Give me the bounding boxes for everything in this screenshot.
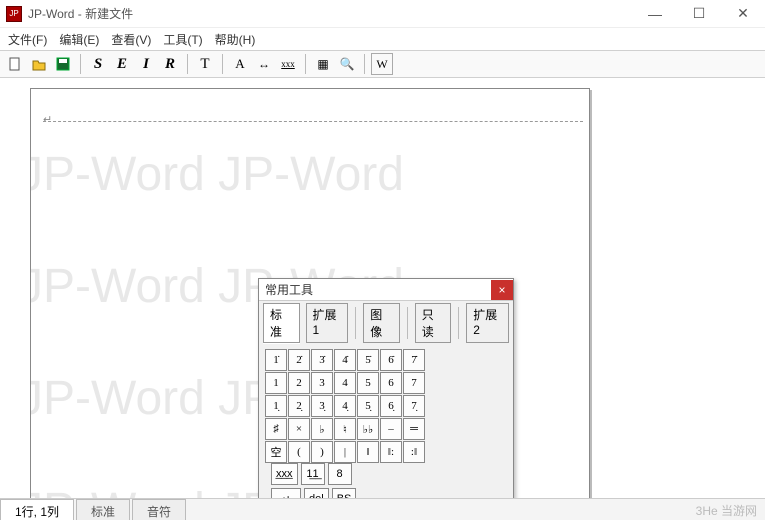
key-8[interactable]: 8 [328, 463, 352, 485]
style-r-button[interactable]: R [159, 53, 181, 75]
style-s-button[interactable]: S [87, 53, 109, 75]
note-key-1-0[interactable]: 1 [265, 372, 287, 394]
menu-tools[interactable]: 工具(T) [157, 29, 208, 50]
menu-view[interactable]: 查看(V) [105, 29, 157, 50]
tool-window-titlebar[interactable]: 常用工具 × [259, 279, 513, 301]
style-i-button[interactable]: I [135, 53, 157, 75]
note-key-3-2[interactable]: ♭ [311, 418, 333, 440]
watermark: JP-Word JP-Word [30, 147, 404, 202]
note-key-4-6[interactable]: :‖ [403, 441, 425, 463]
tab-sep [355, 307, 356, 339]
tab-ext2[interactable]: 扩展2 [466, 303, 509, 343]
menu-edit[interactable]: 编辑(E) [53, 29, 105, 50]
app-icon: JP [6, 6, 22, 22]
new-button[interactable] [4, 53, 26, 75]
menubar: 文件(F) 编辑(E) 查看(V) 工具(T) 帮助(H) [0, 28, 765, 50]
key-11[interactable]: 1̲1̲ [301, 463, 325, 485]
key-bs[interactable]: BS [332, 488, 357, 498]
statusbar: 1行, 1列 标准 音符 3He 当游网 [0, 498, 765, 520]
open-button[interactable] [28, 53, 50, 75]
note-key-2-0[interactable]: 1̣ [265, 395, 287, 417]
note-key-3-6[interactable]: ═ [403, 418, 425, 440]
note-key-0-6[interactable]: 7̇ [403, 349, 425, 371]
tab-sep [407, 307, 408, 339]
note-key-2-5[interactable]: 6̣ [380, 395, 402, 417]
brand-watermark: 3He 当游网 [688, 499, 765, 520]
key-xxx[interactable]: x̲x̲x̲ [271, 463, 298, 485]
note-key-1-3[interactable]: 4 [334, 372, 356, 394]
link-button[interactable]: ↔ [253, 53, 275, 75]
note-key-4-5[interactable]: ‖: [380, 441, 402, 463]
text-tool-button[interactable]: T [194, 53, 216, 75]
toolbar-sep [222, 54, 223, 74]
note-key-2-6[interactable]: 7̣ [403, 395, 425, 417]
window-titlebar: JP JP-Word - 新建文件 — ☐ ✕ [0, 0, 765, 28]
note-key-3-0[interactable]: ♯ [265, 418, 287, 440]
workspace: JP-Word JP-Word JP-Word JP-Word JP-Word … [0, 78, 765, 498]
note-key-4-0[interactable]: 空 [265, 441, 287, 463]
font-a-button[interactable]: A [229, 53, 251, 75]
note-key-grid: 1̇2̇3̇4̇5̇6̇7̇ 1234567 1̣2̣3̣4̣5̣6̣7̣ ♯×♭♮♭… [265, 349, 425, 463]
note-key-1-4[interactable]: 5 [357, 372, 379, 394]
note-key-4-1[interactable]: ( [288, 441, 310, 463]
toolbar-sep [364, 54, 365, 74]
menu-help[interactable]: 帮助(H) [209, 29, 262, 50]
note-key-0-0[interactable]: 1̇ [265, 349, 287, 371]
zoom-button[interactable]: 🔍 [336, 53, 358, 75]
tool-window[interactable]: 常用工具 × 标准 扩展1 图像 只读 扩展2 1̇2̇3̇4̇5̇6̇7̇ 12… [258, 278, 514, 498]
note-key-0-5[interactable]: 6̇ [380, 349, 402, 371]
note-key-3-3[interactable]: ♮ [334, 418, 356, 440]
w-button[interactable]: W [371, 53, 393, 75]
note-key-4-2[interactable]: ) [311, 441, 333, 463]
note-key-2-2[interactable]: 3̣ [311, 395, 333, 417]
text-cursor: ↵ [43, 113, 52, 126]
xxx-button[interactable]: xxx [277, 53, 299, 75]
grid-button[interactable]: ▦ [312, 53, 334, 75]
close-button[interactable]: ✕ [721, 0, 765, 28]
maximize-button[interactable]: ☐ [677, 0, 721, 28]
tab-ext1[interactable]: 扩展1 [306, 303, 349, 343]
note-key-1-5[interactable]: 6 [380, 372, 402, 394]
note-key-0-4[interactable]: 5̇ [357, 349, 379, 371]
save-button[interactable] [52, 53, 74, 75]
note-key-0-2[interactable]: 3̇ [311, 349, 333, 371]
menu-file[interactable]: 文件(F) [2, 29, 53, 50]
note-key-2-4[interactable]: 5̣ [357, 395, 379, 417]
toolbar-sep [80, 54, 81, 74]
tab-readonly[interactable]: 只读 [415, 303, 452, 343]
note-key-1-2[interactable]: 3 [311, 372, 333, 394]
note-key-2-1[interactable]: 2̣ [288, 395, 310, 417]
note-key-4-4[interactable]: ‖ [357, 441, 379, 463]
tab-image[interactable]: 图像 [363, 303, 400, 343]
tool-window-tabs: 标准 扩展1 图像 只读 扩展2 [259, 301, 513, 343]
minimize-button[interactable]: — [633, 0, 677, 28]
right-key-column: x̲x̲x̲ 1̲1̲ 8 ↵ del BS → 3P 2P 1P ↑ [271, 463, 376, 498]
tab-standard[interactable]: 标准 [263, 303, 300, 343]
window-title: JP-Word - 新建文件 [28, 5, 133, 22]
note-key-3-1[interactable]: × [288, 418, 310, 440]
key-del[interactable]: del [304, 488, 329, 498]
toolbar-sep [305, 54, 306, 74]
note-key-1-1[interactable]: 2 [288, 372, 310, 394]
status-tab-standard[interactable]: 标准 [76, 499, 130, 520]
note-key-3-5[interactable]: – [380, 418, 402, 440]
note-key-3-4[interactable]: ♭♭ [357, 418, 379, 440]
status-position[interactable]: 1行, 1列 [0, 499, 74, 520]
toolbar-sep [187, 54, 188, 74]
tool-window-title: 常用工具 [265, 281, 313, 298]
style-e-button[interactable]: E [111, 53, 133, 75]
toolbar: S E I R T A ↔ xxx ▦ 🔍 W [0, 50, 765, 78]
status-tab-note[interactable]: 音符 [132, 499, 186, 520]
content-boundary [43, 121, 583, 122]
note-key-0-3[interactable]: 4̇ [334, 349, 356, 371]
tab-sep [458, 307, 459, 339]
note-key-1-6[interactable]: 7 [403, 372, 425, 394]
note-key-2-3[interactable]: 4̣ [334, 395, 356, 417]
tool-window-close-button[interactable]: × [491, 280, 513, 300]
note-key-0-1[interactable]: 2̇ [288, 349, 310, 371]
note-key-4-3[interactable]: | [334, 441, 356, 463]
key-enter[interactable]: ↵ [271, 488, 301, 498]
